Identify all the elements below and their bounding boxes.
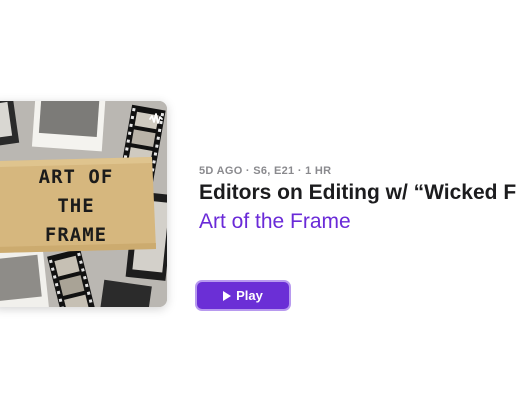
show-name-link[interactable]: Art of the Frame bbox=[199, 210, 351, 234]
episode-meta: 5D AGO · S6, E21 · 1 HR bbox=[199, 165, 332, 177]
episode-title[interactable]: Editors on Editing w/ “Wicked F bbox=[199, 181, 520, 205]
play-button-label: Play bbox=[236, 288, 263, 303]
play-icon bbox=[223, 290, 232, 301]
artwork-title-text: ART OF THE FRAME bbox=[38, 166, 114, 246]
play-button[interactable]: Play bbox=[195, 280, 291, 311]
episode-card: ART OF THE FRAME 5D AGO · S6, E21 · 1 HR… bbox=[0, 0, 520, 400]
podcast-icon bbox=[149, 113, 163, 124]
podcast-artwork[interactable]: ART OF THE FRAME bbox=[0, 101, 167, 307]
